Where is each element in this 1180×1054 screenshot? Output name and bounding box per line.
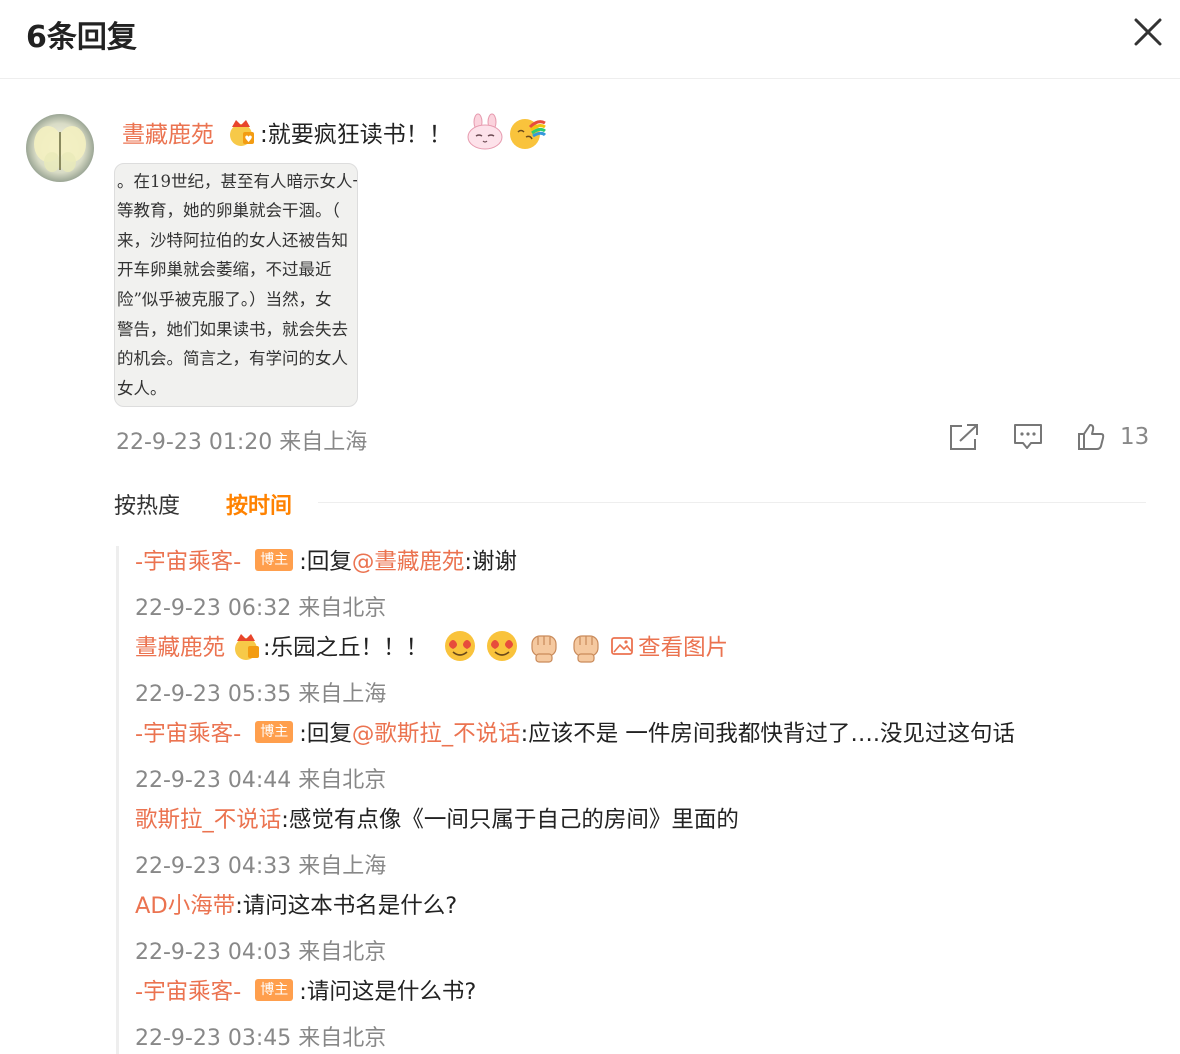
reply-location: 来自北京 bbox=[298, 596, 387, 621]
comment-button[interactable] bbox=[1012, 421, 1044, 453]
reply-location: 来自北京 bbox=[298, 1026, 387, 1051]
blogger-badge: 博主 bbox=[255, 979, 294, 1001]
like-count: 13 bbox=[1120, 424, 1150, 450]
image-icon bbox=[611, 637, 634, 655]
reply-thread-line bbox=[116, 546, 119, 1054]
reply-username[interactable]: -宇宙乘客- bbox=[135, 544, 241, 576]
reply-username[interactable]: -宇宙乘客- bbox=[135, 974, 241, 1006]
reply-time: 22-9-23 03:45 bbox=[135, 1026, 292, 1051]
reply-time: 22-9-23 04:03 bbox=[135, 940, 292, 965]
share-icon bbox=[950, 424, 978, 450]
image-text-line: 险”似乎被克服了。）当然，女 bbox=[117, 290, 332, 309]
reply-text: :感觉有点像《一间只属于自己的房间》里面的 bbox=[281, 807, 739, 833]
crown-badge-icon: ♥ bbox=[230, 120, 254, 146]
image-text-line: 来，沙特阿拉伯的女人还被告知 bbox=[117, 231, 348, 250]
reply-location: 来自北京 bbox=[298, 940, 387, 965]
comment-location: 来自上海 bbox=[279, 430, 368, 455]
reply-mention[interactable]: @歌斯拉_不说话 bbox=[352, 716, 521, 748]
image-text-line: 开车卵巢就会萎缩，不过最近 bbox=[117, 260, 332, 279]
avatar[interactable] bbox=[26, 114, 94, 182]
reply-location: 来自北京 bbox=[298, 768, 387, 793]
sort-divider bbox=[318, 502, 1146, 503]
reply-text: :请问这是什么书? bbox=[299, 979, 477, 1005]
reply-text: :乐园之丘！！！ bbox=[263, 635, 429, 661]
reply-location: 来自上海 bbox=[298, 682, 387, 707]
crown-badge-icon bbox=[235, 634, 260, 660]
comment-username[interactable]: 晝藏鹿苑 bbox=[122, 115, 214, 149]
reply-text: :应该不是 一件房间我都快背过了….没见过这句话 bbox=[520, 721, 1015, 747]
sort-by-time-tab[interactable]: 按时间 bbox=[226, 488, 292, 520]
reply-item: AD小海带 :请问这本书名是什么? bbox=[135, 889, 457, 919]
comment-line: 晝藏鹿苑 ♥ :就要疯狂读书！！ bbox=[122, 112, 546, 152]
reply-prefix: :回复 bbox=[299, 549, 352, 575]
comment-time: 22-9-23 01:20 bbox=[116, 430, 273, 455]
reply-username[interactable]: 歌斯拉_不说话 bbox=[135, 802, 281, 834]
reply-meta: 22-9-23 03:45 来自北京 bbox=[135, 1020, 386, 1052]
view-image-label: 查看图片 bbox=[638, 635, 729, 661]
reply-text: :谢谢 bbox=[464, 549, 517, 575]
reply-time: 22-9-23 04:44 bbox=[135, 768, 292, 793]
reply-meta: 22-9-23 04:33 来自上海 bbox=[135, 848, 386, 880]
view-image-link[interactable]: 查看图片 bbox=[610, 630, 728, 662]
svg-text:♥: ♥ bbox=[244, 135, 252, 145]
reply-username[interactable]: -宇宙乘客- bbox=[135, 716, 241, 748]
reply-meta: 22-9-23 04:03 来自北京 bbox=[135, 934, 386, 966]
image-text-line: 的机会。简言之，有学问的女人 bbox=[117, 349, 348, 368]
fist-emoji-icon bbox=[573, 635, 599, 663]
comment-text: :就要疯狂读书！！ bbox=[260, 122, 452, 148]
comment-meta: 22-9-23 01:20 来自上海 bbox=[116, 424, 367, 456]
blogger-badge: 博主 bbox=[255, 549, 294, 571]
comment-image[interactable]: 。在19世纪，甚至有人暗示女人一 等教育，她的卵巢就会干涸。（ 来，沙特阿拉伯的… bbox=[114, 163, 358, 407]
image-text-line: 等教育，她的卵巢就会干涸。（ bbox=[117, 201, 340, 220]
reply-location: 来自上海 bbox=[298, 854, 387, 879]
reply-item: 晝藏鹿苑 :乐园之丘！！！ 查看图片 bbox=[135, 630, 728, 663]
like-button[interactable]: 13 bbox=[1076, 421, 1149, 453]
reply-username[interactable]: AD小海带 bbox=[135, 888, 235, 920]
reply-meta: 22-9-23 05:35 来自上海 bbox=[135, 676, 386, 708]
reply-prefix: :回复 bbox=[299, 721, 352, 747]
reply-meta: 22-9-23 04:44 来自北京 bbox=[135, 762, 386, 794]
close-icon[interactable] bbox=[1130, 14, 1166, 50]
reply-time: 22-9-23 06:32 bbox=[135, 596, 292, 621]
rainbow-emoji-icon bbox=[509, 119, 546, 149]
heart-eyes-emoji-icon bbox=[445, 631, 476, 661]
heart-eyes-emoji-icon bbox=[487, 631, 518, 661]
reply-meta: 22-9-23 06:32 来自北京 bbox=[135, 590, 386, 622]
reply-time: 22-9-23 04:33 bbox=[135, 854, 292, 879]
fist-emoji-icon bbox=[531, 635, 557, 663]
image-text-line: 警告，她们如果读书，就会失去 bbox=[117, 320, 348, 339]
dialog-header: 6条回复 bbox=[0, 0, 1180, 79]
page-title: 6条回复 bbox=[26, 20, 137, 55]
reply-item: -宇宙乘客- 博主 :回复 @歌斯拉_不说话 :应该不是 一件房间我都快背过了…… bbox=[135, 717, 1015, 747]
bunny-emoji-icon bbox=[467, 113, 503, 150]
reply-text: :请问这本书名是什么? bbox=[235, 893, 458, 919]
reply-item: -宇宙乘客- 博主 :请问这是什么书? bbox=[135, 975, 476, 1005]
like-icon bbox=[1078, 424, 1105, 450]
reply-item: -宇宙乘客- 博主 :回复 @晝藏鹿苑 :谢谢 bbox=[135, 545, 517, 575]
image-text-line: 。在19世纪，甚至有人暗示女人一 bbox=[117, 172, 358, 191]
reply-item: 歌斯拉_不说话 :感觉有点像《一间只属于自己的房间》里面的 bbox=[135, 803, 739, 833]
sort-by-hot-tab[interactable]: 按热度 bbox=[114, 488, 180, 520]
reply-time: 22-9-23 05:35 bbox=[135, 682, 292, 707]
reply-mention[interactable]: @晝藏鹿苑 bbox=[352, 544, 465, 576]
reply-username[interactable]: 晝藏鹿苑 bbox=[135, 630, 225, 662]
image-text-line: 女人。 bbox=[117, 379, 167, 398]
share-button[interactable] bbox=[948, 421, 980, 453]
blogger-badge: 博主 bbox=[255, 721, 294, 743]
comment-icon bbox=[1014, 424, 1042, 449]
